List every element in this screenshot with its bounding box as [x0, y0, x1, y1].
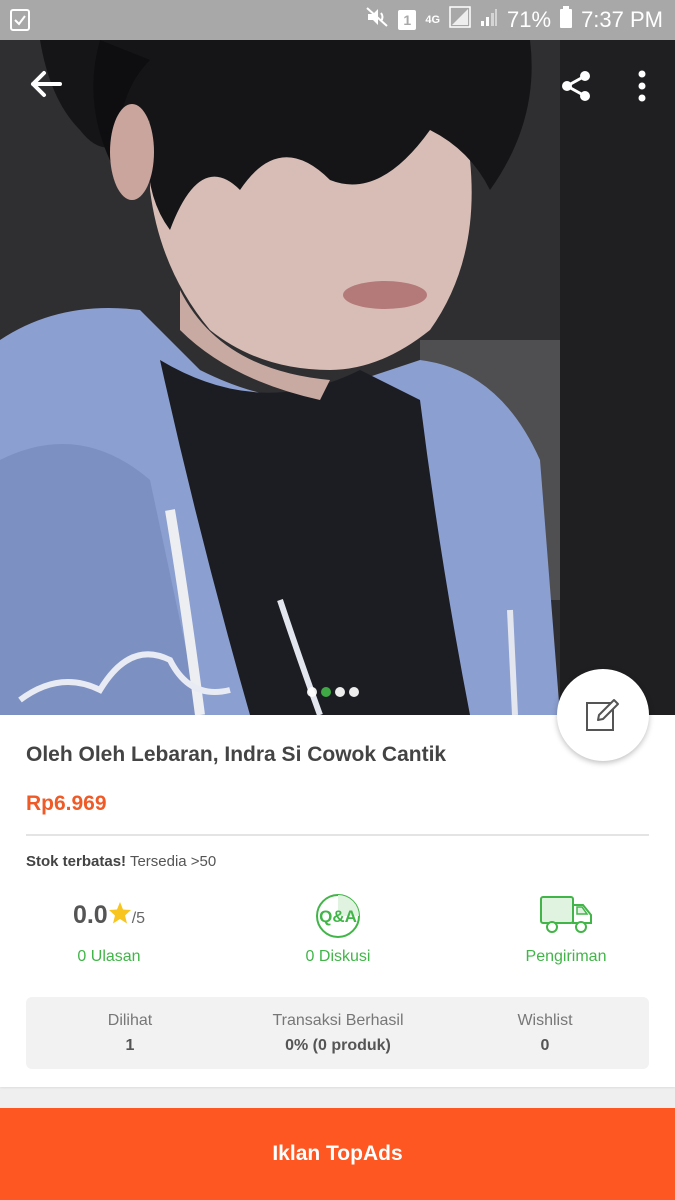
- truck-icon: [539, 893, 593, 937]
- pager-dot-active[interactable]: [321, 687, 331, 697]
- product-title: Oleh Oleh Lebaran, Indra Si Cowok Cantik: [26, 743, 447, 766]
- product-stats-box: Dilihat 1 Transaksi Berhasil 0% (0 produ…: [26, 997, 649, 1069]
- battery-icon: [560, 6, 573, 34]
- pager-dot[interactable]: [307, 687, 317, 697]
- viewed-value: 1: [125, 1037, 135, 1054]
- edit-button[interactable]: [557, 669, 649, 761]
- stock-label: Stok terbatas!: [26, 853, 127, 870]
- rating-value: 0.0: [72, 901, 108, 929]
- discussion-link[interactable]: 0 Diskusi: [238, 948, 438, 966]
- signal-weak-icon: [480, 7, 498, 33]
- arrow-left-icon: [31, 71, 62, 97]
- wishlist-label: Wishlist: [517, 1012, 573, 1029]
- transactions-stat: Transaksi Berhasil 0% (0 produk): [234, 1012, 442, 1055]
- stock-info: Stok terbatas! Tersedia >50: [26, 853, 216, 870]
- product-info-card: Oleh Oleh Lebaran, Indra Si Cowok Cantik…: [0, 715, 675, 1087]
- checklist-icon: [10, 9, 30, 36]
- rating-max: /5: [131, 910, 146, 927]
- topads-button-label: Iklan TopAds: [272, 1142, 403, 1165]
- shipping-link[interactable]: Pengiriman: [466, 948, 666, 966]
- pager-dot[interactable]: [349, 687, 359, 697]
- product-photo: [0, 40, 675, 715]
- signal-icon: [449, 6, 471, 34]
- mute-icon: [365, 6, 389, 34]
- sim-badge: 1: [398, 10, 417, 30]
- battery-percent: 71%: [507, 7, 552, 32]
- qa-icon: Q&A: [314, 892, 362, 940]
- status-bar: 1 4G 71% 7:37 PM: [0, 0, 675, 40]
- back-button[interactable]: [30, 70, 62, 103]
- share-icon: [562, 71, 590, 101]
- transactions-value: 0% (0 produk): [285, 1037, 391, 1054]
- qa-icon-text: Q&A: [319, 907, 357, 926]
- more-options-button[interactable]: [636, 70, 648, 107]
- transactions-label: Transaksi Berhasil: [272, 1012, 404, 1029]
- reviews-link[interactable]: 0 Ulasan: [9, 948, 209, 966]
- clock: 7:37 PM: [581, 7, 663, 32]
- star-icon: [108, 902, 131, 924]
- wishlist-stat: Wishlist 0: [441, 1012, 649, 1055]
- product-image[interactable]: [0, 40, 675, 715]
- more-vert-icon: [638, 70, 646, 102]
- viewed-label: Dilihat: [107, 1012, 153, 1029]
- product-price: Rp6.969: [26, 792, 107, 815]
- divider: [26, 834, 649, 836]
- share-button[interactable]: [560, 70, 592, 107]
- topads-button[interactable]: Iklan TopAds: [0, 1108, 675, 1200]
- image-pager: [307, 687, 359, 697]
- wishlist-value: 0: [540, 1037, 550, 1054]
- stock-value: Tersedia >50: [129, 853, 217, 870]
- network-type: 4G: [425, 13, 441, 26]
- pager-dot[interactable]: [335, 687, 345, 697]
- edit-icon: [586, 699, 619, 731]
- viewed-stat: Dilihat 1: [26, 1012, 234, 1055]
